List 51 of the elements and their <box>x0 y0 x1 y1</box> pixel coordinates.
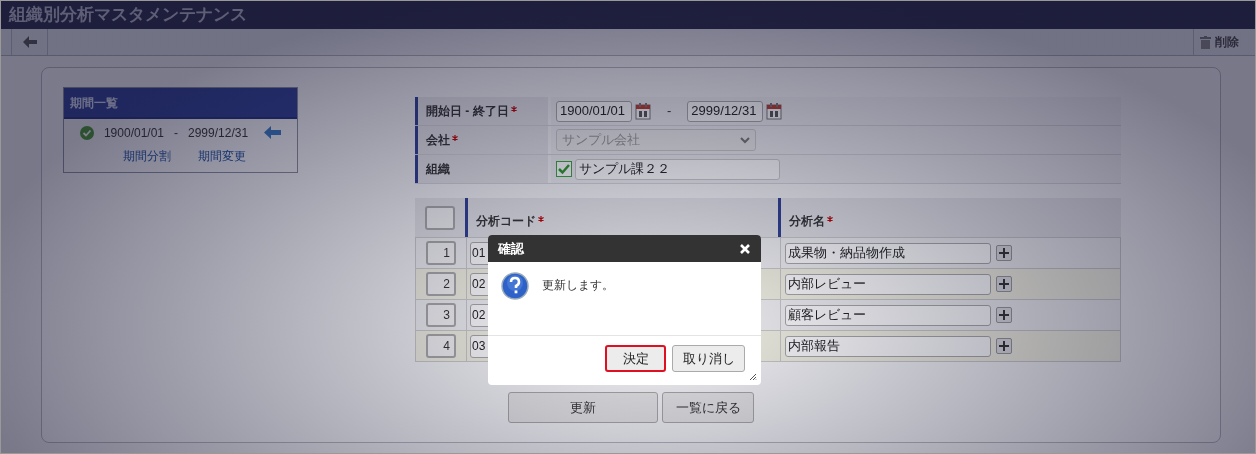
window-title: 組織別分析マスタメンテナンス <box>9 4 247 27</box>
period-link[interactable]: 期間分割 <box>123 147 171 165</box>
period-end: 2999/12/31 <box>188 124 249 142</box>
start-date-field[interactable]: 1900/01/01 <box>556 100 632 122</box>
resize-grip-icon[interactable] <box>749 373 757 381</box>
add-button[interactable] <box>996 307 1012 323</box>
plus-icon <box>999 341 1009 351</box>
back-arrow-icon <box>22 36 37 48</box>
date-separator: - <box>174 124 178 142</box>
name-field[interactable]: 成果物・納品物作成 <box>785 242 991 264</box>
row-number-button[interactable]: 2 <box>426 272 456 296</box>
question-icon <box>501 272 529 300</box>
plus-icon <box>999 279 1009 289</box>
name-field[interactable]: 内部レビュー <box>785 273 991 295</box>
dialog-message: 更新します。 <box>542 277 614 294</box>
date-separator: - <box>667 102 672 121</box>
plus-icon <box>999 310 1009 320</box>
chevron-down-icon <box>740 136 750 144</box>
organization-field[interactable]: サンプル課２２ <box>575 158 780 180</box>
row-number-button[interactable]: 4 <box>426 334 456 358</box>
add-button[interactable] <box>996 245 1012 261</box>
dialog-button[interactable]: 決定 <box>605 345 666 372</box>
plus-icon <box>999 248 1009 258</box>
field-label: 開始日 - 終了日 <box>426 103 509 120</box>
period-link[interactable]: 期間変更 <box>198 147 246 165</box>
left-arrow-icon[interactable] <box>264 126 282 139</box>
name-field[interactable]: 顧客レビュー <box>785 304 991 326</box>
close-button[interactable] <box>739 242 751 255</box>
row-number-button[interactable]: 3 <box>426 303 456 327</box>
name-field[interactable]: 内部報告 <box>785 335 991 357</box>
panel-title: 期間一覧 <box>70 94 118 112</box>
checkbox[interactable] <box>556 161 572 177</box>
period-start: 1900/01/01 <box>103 124 164 142</box>
close-icon <box>740 243 750 254</box>
dialog-button[interactable]: 取り消し <box>672 345 745 372</box>
calendar-icon[interactable] <box>766 102 783 120</box>
column-label: 分析名 <box>789 212 825 230</box>
action-button[interactable]: 更新 <box>508 392 658 423</box>
select-all-checkbox[interactable] <box>425 205 455 230</box>
add-button[interactable] <box>996 276 1012 292</box>
field-label: 会社 <box>426 132 450 149</box>
calendar-icon[interactable] <box>635 102 651 120</box>
dialog-title: 確認 <box>498 239 524 258</box>
column-label: 分析コード <box>476 212 536 230</box>
field-label: 組織 <box>426 161 450 178</box>
row-number-button[interactable]: 1 <box>426 241 456 265</box>
end-date-field[interactable]: 2999/12/31 <box>687 100 764 122</box>
back-button[interactable] <box>11 29 48 55</box>
action-button[interactable]: 一覧に戻る <box>662 392 754 423</box>
add-button[interactable] <box>996 338 1012 354</box>
trash-icon <box>1200 35 1211 49</box>
